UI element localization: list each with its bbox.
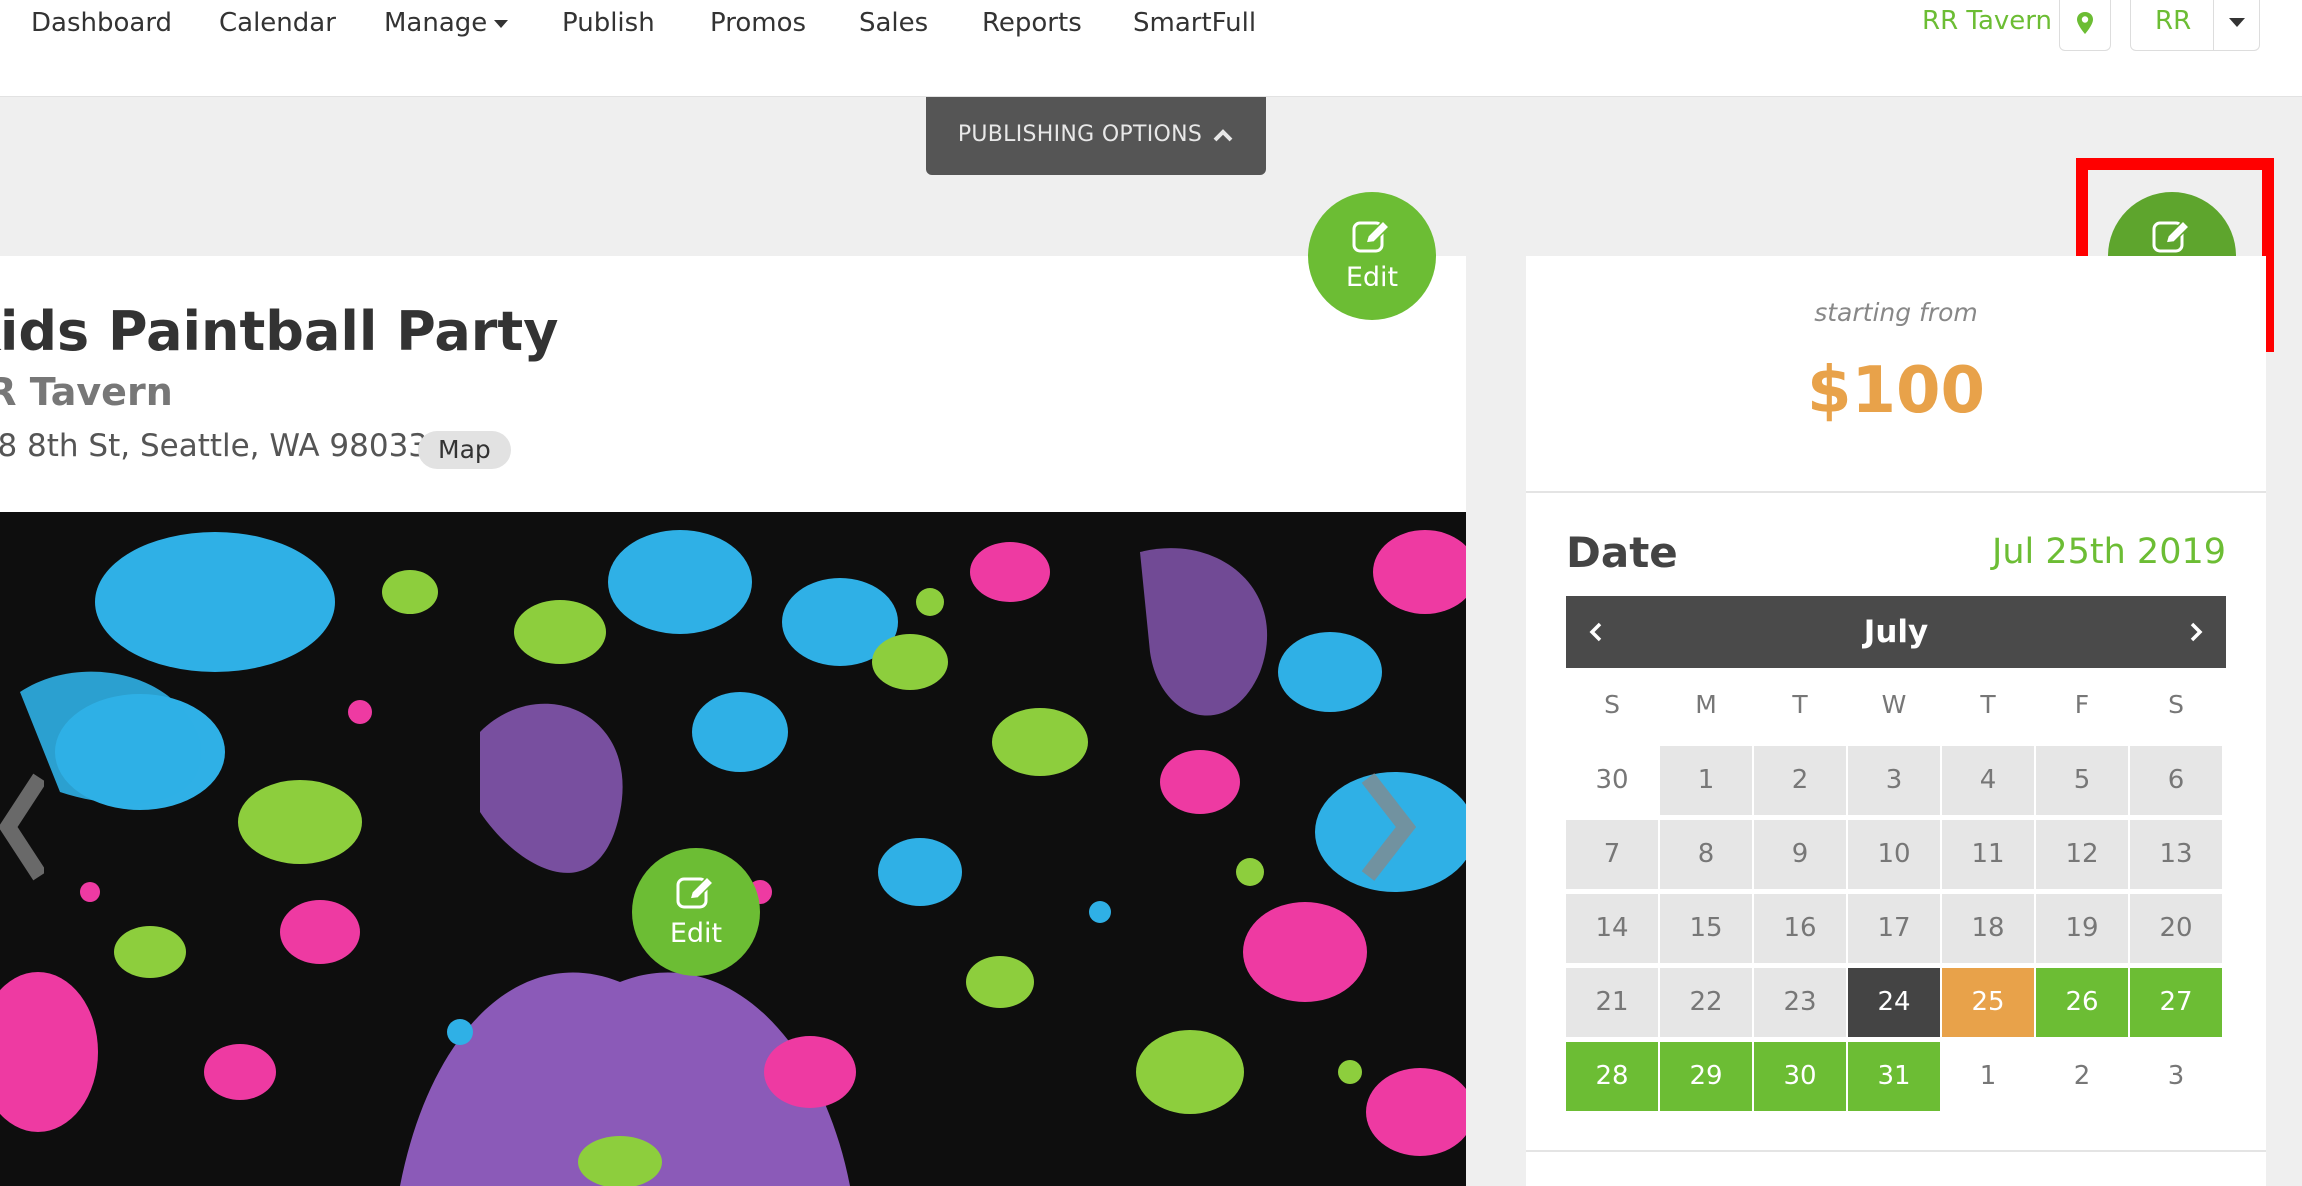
calendar-day[interactable]: 6 [2130, 746, 2222, 815]
nav-dashboard[interactable]: Dashboard [31, 8, 172, 42]
calendar-day[interactable]: 29 [1660, 1042, 1752, 1111]
edit-event-image-button[interactable]: Edit [632, 848, 760, 976]
caret-down-icon [494, 19, 509, 28]
event-image [0, 512, 1466, 1186]
booking-side-panel: starting from $100 Date Jul 25th 2019 Ju… [1526, 256, 2266, 1186]
edit-label: Edit [1345, 262, 1399, 293]
panel-divider [1526, 491, 2266, 493]
chevron-right-icon[interactable] [2186, 620, 2206, 644]
calendar-day[interactable]: 19 [2036, 894, 2128, 963]
calendar-day[interactable]: 7 [1566, 820, 1658, 889]
edit-label: Edit [669, 918, 723, 949]
edit-event-details-button[interactable]: Edit [1308, 192, 1436, 320]
venue-location-button[interactable] [2059, 0, 2111, 51]
calendar-day[interactable]: 13 [2130, 820, 2222, 889]
venue-switcher-link[interactable]: RR Tavern [1922, 6, 2052, 36]
top-navigation: Dashboard Calendar Manage Publish Promos… [0, 0, 2302, 97]
calendar-day[interactable]: 9 [1754, 820, 1846, 889]
calendar-day: 3 [2167, 1061, 2185, 1091]
calendar-day: 30 [1595, 765, 1629, 795]
nav-publish[interactable]: Publish [562, 8, 655, 42]
calendar-day[interactable]: 3 [1848, 746, 1940, 815]
calendar-day[interactable]: 18 [1942, 894, 2034, 963]
calendar-day[interactable]: 2 [1754, 746, 1846, 815]
calendar-day[interactable]: 31 [1848, 1042, 1940, 1111]
weekday-label: W [1881, 690, 1907, 719]
event-title: Kids Paintball Party [0, 300, 559, 363]
calendar-day[interactable]: 5 [2036, 746, 2128, 815]
chevron-up-icon [1213, 129, 1233, 142]
calendar-day[interactable]: 15 [1660, 894, 1752, 963]
calendar-month: July [1863, 614, 1929, 650]
calendar-day[interactable]: 4 [1942, 746, 2034, 815]
calendar-day[interactable]: 22 [1660, 968, 1752, 1037]
pencil-square-icon [1352, 219, 1391, 253]
publishing-options-toggle[interactable]: PUBLISHING OPTIONS [926, 97, 1266, 175]
calendar-day[interactable]: 25 [1942, 968, 2034, 1037]
weekday-label: M [1695, 690, 1717, 719]
nav-smartfull[interactable]: SmartFull [1133, 8, 1256, 42]
panel-divider [1526, 1150, 2266, 1152]
selected-date: Jul 25th 2019 [1992, 532, 2226, 572]
calendar-day[interactable]: 11 [1942, 820, 2034, 889]
map-link[interactable]: Map [418, 431, 511, 469]
event-venue: RR Tavern [0, 370, 173, 414]
publishing-options-label: PUBLISHING OPTIONS [957, 122, 1203, 147]
calendar-day[interactable]: 23 [1754, 968, 1846, 1037]
calendar-day[interactable]: 16 [1754, 894, 1846, 963]
calendar-day[interactable]: 28 [1566, 1042, 1658, 1111]
carousel-prev-arrow-icon[interactable] [0, 772, 44, 882]
paint-splatter-image [0, 512, 1466, 1186]
date-label: Date [1566, 528, 1678, 577]
weekday-label: T [1792, 690, 1808, 719]
event-address: 128 8th St, Seattle, WA 98033 [0, 428, 429, 464]
nav-calendar[interactable]: Calendar [219, 8, 336, 42]
calendar-day: 1 [1979, 1061, 1997, 1091]
nav-promos[interactable]: Promos [710, 8, 806, 42]
calendar-day[interactable]: 20 [2130, 894, 2222, 963]
user-menu-divider [2213, 0, 2214, 50]
chevron-down-icon [2229, 18, 2245, 27]
calendar-day[interactable]: 14 [1566, 894, 1658, 963]
calendar-day[interactable]: 24 [1848, 968, 1940, 1037]
carousel-next-arrow-icon[interactable] [1354, 772, 1424, 882]
weekday-label: F [2074, 690, 2090, 719]
nav-sales[interactable]: Sales [859, 8, 928, 42]
calendar-day[interactable]: 30 [1754, 1042, 1846, 1111]
pencil-square-icon [676, 875, 715, 909]
calendar-day[interactable]: 10 [1848, 820, 1940, 889]
event-card: Kids Paintball Party RR Tavern 128 8th S… [0, 256, 1466, 1186]
chevron-left-icon[interactable] [1586, 620, 1606, 644]
weekday-label: S [2168, 690, 2184, 719]
nav-reports[interactable]: Reports [982, 8, 1082, 42]
map-pin-icon [2077, 12, 2093, 34]
weekday-label: T [1980, 690, 1996, 719]
nav-manage[interactable]: Manage [384, 8, 509, 42]
calendar-day[interactable]: 26 [2036, 968, 2128, 1037]
calendar-day[interactable]: 27 [2130, 968, 2222, 1037]
weekday-label: S [1604, 690, 1620, 719]
user-initials: RR [2155, 6, 2192, 36]
calendar-day[interactable]: 12 [2036, 820, 2128, 889]
calendar-day: 2 [2073, 1061, 2091, 1091]
calendar-header: July [1566, 596, 2226, 668]
calendar-day[interactable]: 17 [1848, 894, 1940, 963]
starting-price: $100 [1806, 354, 1986, 428]
starting-from-label: starting from [1814, 298, 1978, 327]
user-menu-button[interactable]: RR [2130, 0, 2260, 51]
calendar-day[interactable]: 8 [1660, 820, 1752, 889]
calendar-day[interactable]: 1 [1660, 746, 1752, 815]
calendar-day[interactable]: 21 [1566, 968, 1658, 1037]
nav-manage-label: Manage [384, 8, 488, 38]
